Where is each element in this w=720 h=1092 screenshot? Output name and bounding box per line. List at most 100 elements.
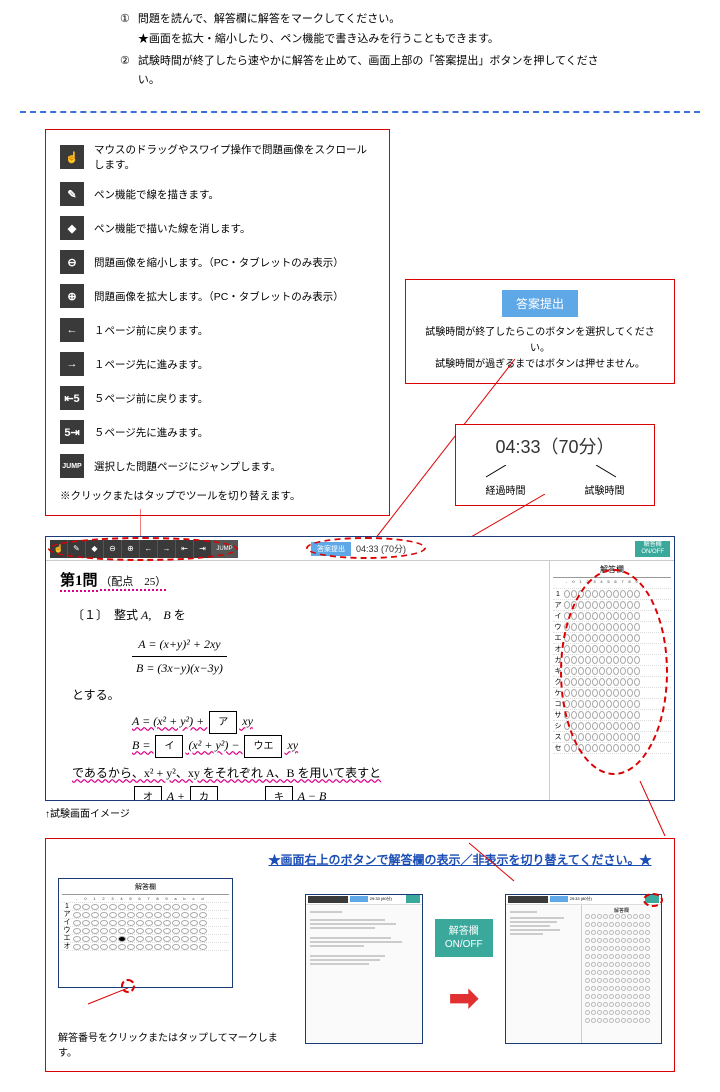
screenshot-caption: ↑試験画面イメージ xyxy=(45,805,675,820)
jump-icon: JUMP xyxy=(60,454,84,478)
eq-a2-pre: A = (x² + y²) + xyxy=(132,714,207,728)
fwd5-icon: 5⇥ xyxy=(60,420,84,444)
mini-screenshot-withanswer: 29:33 (80分) 解答欄 xyxy=(505,894,662,1044)
answer-row[interactable]: キ xyxy=(553,666,671,677)
eq-b2-post: xy xyxy=(284,738,298,752)
mini-answer-row[interactable]: エ xyxy=(62,935,229,943)
ss-hand-icon[interactable]: ☝ xyxy=(50,540,68,558)
mini-answer-row[interactable]: ア xyxy=(62,911,229,919)
timer-display-sample: 04:33（70分） xyxy=(466,433,644,459)
tool-footnote: ※クリックまたはタップでツールを切り替えます。 xyxy=(60,488,375,503)
answer-row[interactable]: ウ xyxy=(553,622,671,633)
jump-desc: 選択した問題ページにジャンプします。 xyxy=(94,459,281,474)
dearu: であるから、x² + y²、xy をそれぞれ A、B を用いて表すと xyxy=(72,762,535,785)
hand-icon: ☝ xyxy=(60,145,84,169)
instruction-number-2: ② xyxy=(120,52,130,92)
box-ka: カ xyxy=(190,786,218,801)
screenshot-topbar: ☝ ✎ ◆ ⊖ ⊕ ← → ⇤ ⇥ JUMP 答案提出 04:33 (70分) … xyxy=(46,537,674,561)
instructions: ① 問題を読んで、解答欄に解答をマークしてください。 ★画面を拡大・縮小したり、… xyxy=(20,0,700,103)
question-title: 第1問 xyxy=(60,569,98,592)
tosuru: とする。 xyxy=(72,684,535,707)
ss-eraser-icon[interactable]: ◆ xyxy=(86,540,104,558)
mini-ans-header: 解答欄 xyxy=(62,882,229,895)
mini-answer-row[interactable]: オ xyxy=(62,943,229,951)
eraser-icon: ◆ xyxy=(60,216,84,240)
submit-text-2: 試験時間が過ぎるまではボタンは押せません。 xyxy=(416,357,664,373)
box-i: イ xyxy=(155,735,183,758)
answer-row[interactable]: ス xyxy=(553,732,671,743)
answer-row[interactable]: カ xyxy=(553,655,671,666)
question-area: 第1問 （配点 25） 〔１〕 整式 A, B を A = (x+y)² + 2… xyxy=(46,561,549,801)
answer-row[interactable]: セ xyxy=(553,743,671,754)
q-intro-suffix: を xyxy=(174,608,186,622)
instruction-text-2: 試験時間が終了したら速やかに解答を止めて、画面上部の「答案提出」ボタンを押してく… xyxy=(138,52,610,92)
mini-answer-sheet: 解答欄 -0123456789abcd1アイウエオ xyxy=(58,878,233,988)
ss-pen-icon[interactable]: ✎ xyxy=(68,540,86,558)
answer-row[interactable]: イ xyxy=(553,611,671,622)
toolbar-legend-box: ☝ マウスのドラッグやスワイプ操作で問題画像をスクロールします。 ✎ ペン機能で線を… xyxy=(45,129,390,516)
answer-row[interactable]: オ xyxy=(553,644,671,655)
submit-text-1: 試験時間が終了したらこのボタンを選択してください。 xyxy=(416,325,664,357)
mini-answer-row[interactable]: ウ xyxy=(62,927,229,935)
mini-answer-row[interactable]: 1 xyxy=(62,903,229,911)
answer-row[interactable]: ア xyxy=(553,600,671,611)
elapsed-label: 経過時間 xyxy=(486,482,526,497)
answer-row[interactable]: ケ xyxy=(553,688,671,699)
eq-a2-post: xy xyxy=(239,714,253,728)
answer-header: 解答欄 xyxy=(553,564,671,578)
ss-fwd1-icon[interactable]: → xyxy=(158,540,176,558)
box-ue: ウエ xyxy=(244,735,282,758)
ss-timer: 04:33 (70分) xyxy=(356,542,406,555)
instruction-number-1: ① xyxy=(120,10,130,50)
instruction-text-1b: ★画面を拡大・縮小したり、ペン機能で書き込みを行うこともできます。 xyxy=(138,30,499,50)
bottom-caption: 解答番号をクリックまたはタップしてマークします。 xyxy=(58,1029,293,1059)
answer-row[interactable]: 1 xyxy=(553,589,671,600)
instruction-text-1a: 問題を読んで、解答欄に解答をマークしてください。 xyxy=(138,10,499,30)
eq-b2-mid: (x² + y²) − xyxy=(185,738,242,752)
answer-row[interactable]: サ xyxy=(553,710,671,721)
eq-b2-pre: B = xyxy=(132,738,153,752)
answer-row[interactable]: シ xyxy=(553,721,671,732)
ss-jump-icon[interactable]: JUMP xyxy=(212,540,238,558)
ss-submit-button[interactable]: 答案提出 xyxy=(311,542,351,556)
total-label: 試験時間 xyxy=(585,482,625,497)
bottom-title: ★画面右上のボタンで解答欄の表示／非表示を切り替えてください。★ xyxy=(258,851,662,868)
ss-back1-icon[interactable]: ← xyxy=(140,540,158,558)
question-score: （配点 25） xyxy=(100,573,166,591)
mini-screenshot-noanswer: 29:33 (80分) xyxy=(305,894,423,1044)
eq-b: B = (3x−y)(x−3y) xyxy=(132,657,227,680)
exam-screenshot: ☝ ✎ ◆ ⊖ ⊕ ← → ⇤ ⇥ JUMP 答案提出 04:33 (70分) … xyxy=(45,536,675,801)
ss-fwd5-icon[interactable]: ⇥ xyxy=(194,540,212,558)
pen-desc: ペン機能で線を描きます。 xyxy=(94,187,219,202)
ss-back5-icon[interactable]: ⇤ xyxy=(176,540,194,558)
q-intro-prefix: 〔１〕 整式 xyxy=(72,608,138,622)
big-arrow-icon: ➡ xyxy=(435,977,493,1019)
back5-desc: ５ページ前に戻ります。 xyxy=(94,391,208,406)
ss-zoomin-icon[interactable]: ⊕ xyxy=(122,540,140,558)
answer-sheet: 解答欄 -01234567891アイウエオカキクケコサシスセ xyxy=(549,561,674,801)
ss-zoomout-icon[interactable]: ⊖ xyxy=(104,540,122,558)
zoomin-desc: 問題画像を拡大します。（PC・タブレットのみ表示） xyxy=(94,289,344,304)
back1-desc: １ページ前に戻ります。 xyxy=(94,323,208,338)
submit-explain-box: 答案提出 試験時間が終了したらこのボタンを選択してください。 試験時間が過ぎるま… xyxy=(405,279,675,384)
timer-explain-box: 04:33（70分） 経過時間 試験時間 xyxy=(455,424,655,506)
answer-row[interactable]: エ xyxy=(553,633,671,644)
eq-a: A = (x+y)² + 2xy xyxy=(132,633,227,657)
fwd1-desc: １ページ先に進みます。 xyxy=(94,357,208,372)
dashed-divider xyxy=(20,111,700,113)
answer-row[interactable]: コ xyxy=(553,699,671,710)
q-intro-ab: A, B xyxy=(141,608,171,622)
eraser-desc: ペン機能で描いた線を消します。 xyxy=(94,221,250,236)
pen-icon: ✎ xyxy=(60,182,84,206)
answer-row[interactable]: ク xyxy=(553,677,671,688)
fwd5-desc: ５ページ先に進みます。 xyxy=(94,425,208,440)
onoff-label-sample: 解答欄 ON/OFF xyxy=(435,919,493,957)
submit-button-sample: 答案提出 xyxy=(502,290,578,317)
bottom-explain-box: ★画面右上のボタンで解答欄の表示／非表示を切り替えてください。★ 解答欄 -01… xyxy=(45,838,675,1072)
back5-icon: ⇤5 xyxy=(60,386,84,410)
box-a: ア xyxy=(209,711,237,734)
hand-desc: マウスのドラッグやスワイプ操作で問題画像をスクロールします。 xyxy=(94,142,375,172)
mini-answer-row[interactable]: イ xyxy=(62,919,229,927)
ss-onoff-button[interactable]: 解答欄 ON/OFF xyxy=(635,541,670,557)
zoomout-icon: ⊖ xyxy=(60,250,84,274)
